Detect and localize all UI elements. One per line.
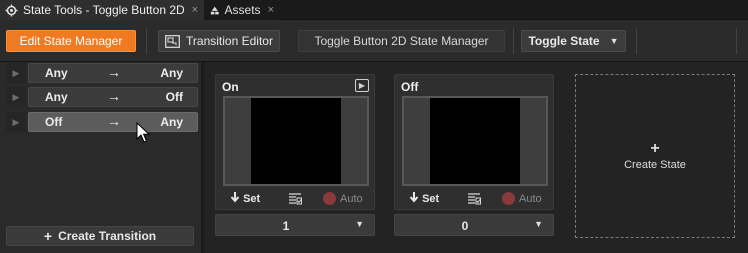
transition-row[interactable]: ▶ Any → Any (6, 63, 198, 83)
close-icon[interactable]: × (192, 4, 198, 16)
tab-assets[interactable]: Assets × (205, 0, 279, 20)
tab-assets-label: Assets (224, 3, 261, 17)
tab-state-tools[interactable]: State Tools - Toggle Button 2D × (0, 0, 204, 20)
arrow-right-icon: → (107, 113, 121, 129)
toolbar-divider (146, 28, 147, 54)
tab-strip: State Tools - Toggle Button 2D × Assets … (0, 0, 748, 20)
state-value-dropdown[interactable]: 0 ▼ (394, 214, 554, 236)
create-state-button[interactable]: + Create State (575, 74, 735, 238)
create-state-label: Create State (624, 158, 686, 171)
states-area: On ▶ Set Auto 1 ▼ Off Set Auto 0 ▼ + Cre… (205, 62, 748, 253)
state-tools-icon (5, 4, 18, 16)
state-card-on[interactable]: On ▶ Set Auto (215, 74, 375, 210)
transition-from: Any (45, 90, 68, 104)
record-icon (502, 192, 515, 205)
toolbar-divider (736, 28, 737, 54)
set-label: Set (243, 193, 261, 205)
transition-item[interactable]: Any → Off (28, 87, 198, 107)
chevron-down-icon: ▼ (355, 219, 364, 229)
checklist-icon[interactable] (467, 193, 481, 205)
toolbar-divider (513, 28, 514, 54)
transition-to: Any (160, 115, 183, 129)
state-value-dropdown[interactable]: 1 ▼ (215, 214, 375, 236)
tab-state-tools-label: State Tools - Toggle Button 2D (23, 3, 185, 17)
transition-editor-button[interactable]: Transition Editor (158, 30, 280, 52)
auto-label: Auto (519, 192, 542, 205)
arrow-down-icon (409, 192, 419, 203)
transition-editor-icon (165, 34, 180, 48)
state-group-label: Toggle State (528, 34, 600, 48)
expand-icon[interactable]: ▶ (6, 63, 26, 83)
mouse-cursor-icon (136, 122, 151, 143)
transition-to: Any (160, 66, 183, 80)
preview-image (430, 98, 520, 184)
assets-icon (210, 6, 219, 14)
toolbar: Edit State Manager Transition Editor Tog… (0, 20, 748, 62)
record-icon (323, 192, 336, 205)
toolbar-divider (636, 28, 637, 54)
create-transition-label: Create Transition (58, 229, 157, 243)
transitions-panel: ▶ Any → Any ▶ Any → Off ▶ Off → Any + Cr… (0, 62, 203, 253)
plus-icon: + (650, 139, 660, 157)
transition-from: Off (45, 115, 63, 129)
checklist-icon[interactable] (288, 193, 302, 205)
state-actions: Set Auto (395, 191, 555, 209)
state-preview (402, 96, 548, 186)
state-group-dropdown[interactable]: Toggle State ▼ (521, 30, 626, 52)
set-button[interactable]: Set (230, 192, 260, 205)
transition-row[interactable]: ▶ Off → Any (6, 112, 198, 132)
close-icon[interactable]: × (268, 4, 274, 16)
arrow-right-icon: → (107, 88, 121, 104)
expand-icon[interactable]: ▶ (6, 112, 26, 132)
state-value: 0 (461, 219, 469, 233)
state-name: Off (401, 80, 419, 94)
edit-state-manager-button[interactable]: Edit State Manager (6, 30, 136, 52)
state-actions: Set Auto (216, 191, 376, 209)
state-preview (223, 96, 369, 186)
chevron-down-icon: ▼ (609, 36, 619, 46)
auto-toggle[interactable]: Auto (323, 192, 363, 205)
set-button[interactable]: Set (409, 192, 439, 205)
state-name: On (222, 80, 239, 94)
auto-toggle[interactable]: Auto (502, 192, 542, 205)
state-manager-selector[interactable]: Toggle Button 2D State Manager (298, 30, 505, 52)
state-card-off[interactable]: Off Set Auto (394, 74, 554, 210)
transition-item-selected[interactable]: Off → Any (28, 112, 198, 132)
transition-row[interactable]: ▶ Any → Off (6, 87, 198, 107)
create-transition-button[interactable]: + Create Transition (6, 226, 194, 246)
arrow-down-icon (230, 192, 240, 203)
preview-play-icon[interactable]: ▶ (355, 79, 369, 92)
chevron-down-icon: ▼ (534, 219, 543, 229)
state-value: 1 (282, 219, 290, 233)
expand-icon[interactable]: ▶ (6, 87, 26, 107)
arrow-right-icon: → (107, 64, 121, 80)
transition-editor-label: Transition Editor (186, 34, 273, 48)
transition-item[interactable]: Any → Any (28, 63, 198, 83)
set-label: Set (422, 193, 440, 205)
transition-from: Any (45, 66, 68, 80)
plus-icon: + (43, 228, 53, 244)
auto-label: Auto (340, 192, 363, 205)
preview-image (251, 98, 341, 184)
transition-to: Off (165, 90, 183, 104)
